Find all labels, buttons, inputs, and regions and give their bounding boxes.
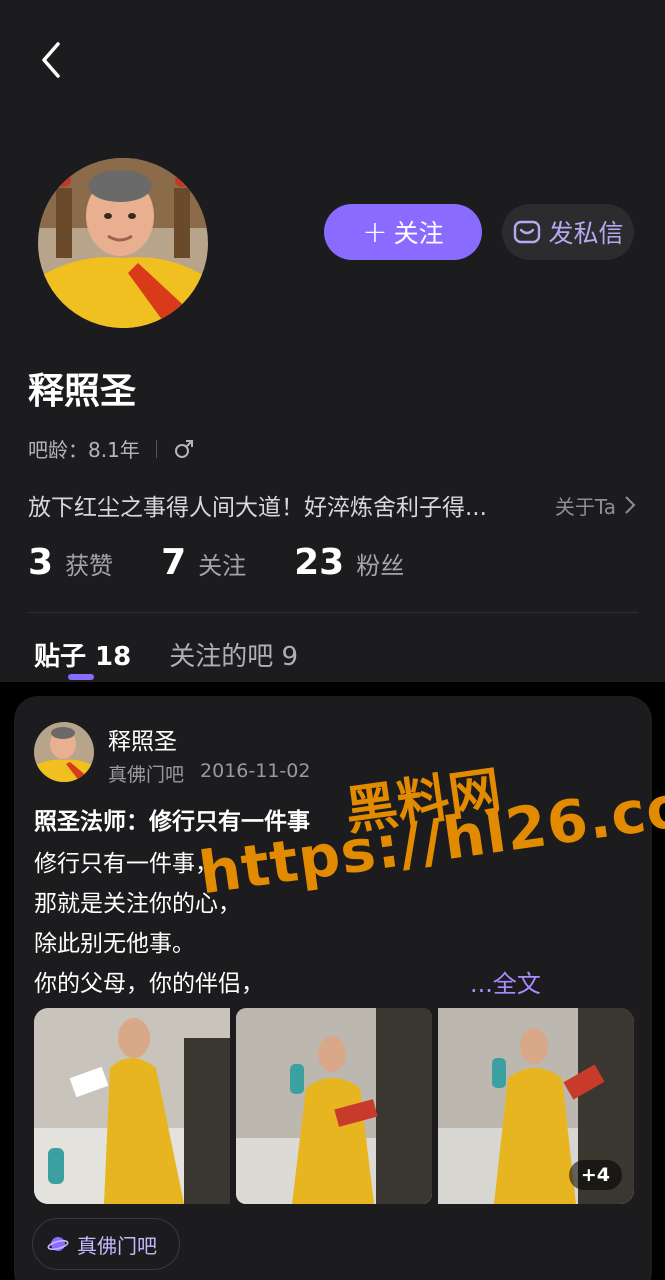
profile-name: 释照圣 — [28, 371, 137, 412]
post-image[interactable] — [236, 1008, 432, 1204]
post-meta: 真佛门吧 2016-11-02 — [108, 760, 310, 787]
stat-label: 获赞 — [65, 552, 114, 580]
stat-number: 23 — [294, 542, 345, 583]
tab-bar: 贴子 18 关注的吧 9 — [34, 636, 336, 673]
stat-likes: 3 获赞 — [28, 542, 113, 583]
stat-number: 3 — [28, 542, 54, 583]
forum-chip-label: 真佛门吧 — [77, 1233, 157, 1258]
stats-row: 3 获赞 7 关注 23 粉丝 — [28, 542, 452, 583]
about-link[interactable]: 关于Ta — [555, 491, 638, 520]
post-line: 修行只有一件事， — [34, 851, 218, 877]
message-label: 发私信 — [548, 219, 624, 248]
stat-label: 粉丝 — [356, 552, 405, 580]
post-card[interactable]: 释照圣 真佛门吧 2016-11-02 照圣法师：修行只有一件事 修行只有一件事… — [14, 696, 652, 1280]
tab-indicator — [68, 674, 94, 680]
follow-button[interactable]: + 关注 — [324, 204, 482, 260]
forum-chip[interactable]: 真佛门吧 — [32, 1218, 180, 1270]
post-date: 2016-11-02 — [200, 760, 311, 782]
forum-age: 吧龄：8.1年 — [28, 438, 140, 462]
tab-followed-forums[interactable]: 关注的吧 9 — [169, 636, 298, 673]
profile-header: + 关注 发私信 释照圣 吧龄：8.1年 放下红尘之事得人间大道！好淬炼舍利子得… — [0, 0, 665, 682]
post-images: +4 — [34, 1008, 634, 1204]
post-image[interactable]: +4 — [438, 1008, 634, 1204]
meta-divider — [155, 439, 157, 458]
stat-fans[interactable]: 23 粉丝 — [294, 542, 404, 583]
stat-label: 关注 — [198, 552, 247, 580]
chevron-right-icon — [625, 496, 636, 514]
stat-number: 7 — [161, 542, 187, 583]
post-author-avatar[interactable] — [34, 722, 94, 782]
male-icon — [174, 439, 193, 458]
divider — [28, 612, 638, 613]
stat-following[interactable]: 7 关注 — [161, 542, 246, 583]
bio-text: 放下红尘之事得人间大道！好淬炼舍利子得... — [28, 495, 487, 521]
planet-icon — [47, 1237, 69, 1251]
post-line: 你的父母，你的伴侣， — [34, 971, 264, 997]
read-more-link[interactable]: ...全文 — [470, 964, 541, 999]
profile-avatar[interactable] — [38, 158, 208, 328]
more-images-badge: +4 — [568, 1160, 622, 1190]
tab-posts[interactable]: 贴子 18 — [34, 636, 131, 673]
post-image[interactable] — [34, 1008, 230, 1204]
profile-meta: 吧龄：8.1年 — [28, 434, 195, 463]
post-author-name[interactable]: 释照圣 — [108, 722, 177, 756]
back-icon[interactable] — [32, 38, 72, 82]
post-line: 那就是关注你的心， — [34, 891, 241, 917]
post-forum[interactable]: 真佛门吧 — [108, 760, 184, 787]
bio-row[interactable]: 放下红尘之事得人间大道！好淬炼舍利子得... 关于Ta — [28, 488, 638, 522]
post-title: 照圣法师：修行只有一件事 — [34, 809, 310, 835]
plus-icon: + — [362, 214, 388, 250]
message-icon — [514, 220, 541, 244]
about-label: 关于Ta — [554, 494, 616, 519]
follow-label: 关注 — [393, 219, 444, 248]
post-line: 除此别无他事。 — [34, 931, 195, 957]
message-button[interactable]: 发私信 — [502, 204, 634, 260]
